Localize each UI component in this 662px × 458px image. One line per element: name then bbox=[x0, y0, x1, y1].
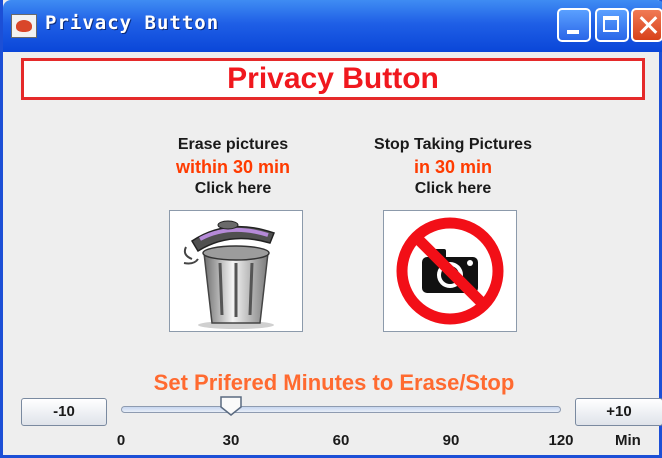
stop-heading: Stop Taking Pictures bbox=[374, 136, 532, 153]
stop-timer-text: in 30 min bbox=[413, 157, 493, 177]
stop-panel: Stop Taking Pictures in 30 min Click her… bbox=[343, 135, 563, 199]
slider-thumb[interactable] bbox=[220, 396, 242, 416]
erase-panel: Erase pictures within 30 min Click here bbox=[133, 135, 333, 199]
title-bar[interactable]: Privacy Button bbox=[3, 0, 662, 52]
tick-label-60: 60 bbox=[332, 432, 350, 449]
minimize-button[interactable] bbox=[557, 8, 591, 42]
decrease-ten-button[interactable]: -10 bbox=[21, 398, 107, 426]
java-cup-icon[interactable] bbox=[11, 14, 37, 38]
window-title: Privacy Button bbox=[45, 12, 220, 34]
erase-pictures-button[interactable] bbox=[169, 210, 303, 332]
set-minutes-label: Set Prifered Minutes to Erase/Stop bbox=[153, 370, 515, 395]
tick-label-30: 30 bbox=[222, 432, 240, 449]
erase-click-hint: Click here bbox=[194, 180, 272, 197]
app-window: Privacy Button Privacy Button Erase pict… bbox=[0, 0, 662, 458]
increase-ten-button[interactable]: +10 bbox=[575, 398, 662, 426]
maximize-button[interactable] bbox=[595, 8, 629, 42]
no-camera-icon bbox=[396, 217, 504, 325]
close-button[interactable] bbox=[631, 8, 662, 42]
slider-track[interactable] bbox=[121, 406, 561, 413]
tick-label-0: 0 bbox=[116, 432, 126, 449]
minutes-slider[interactable] bbox=[121, 396, 563, 416]
erase-heading: Erase pictures bbox=[177, 136, 289, 153]
trash-can-icon bbox=[183, 220, 275, 329]
header-title: Privacy Button bbox=[227, 62, 439, 95]
header-banner: Privacy Button bbox=[21, 58, 645, 100]
erase-timer-text: within 30 min bbox=[175, 157, 290, 177]
stop-taking-pictures-button[interactable] bbox=[383, 210, 517, 332]
tick-label-120: 120 bbox=[548, 432, 574, 449]
tick-label-90: 90 bbox=[442, 432, 460, 449]
stop-click-hint: Click here bbox=[414, 180, 492, 197]
unit-label: Min bbox=[615, 432, 641, 449]
